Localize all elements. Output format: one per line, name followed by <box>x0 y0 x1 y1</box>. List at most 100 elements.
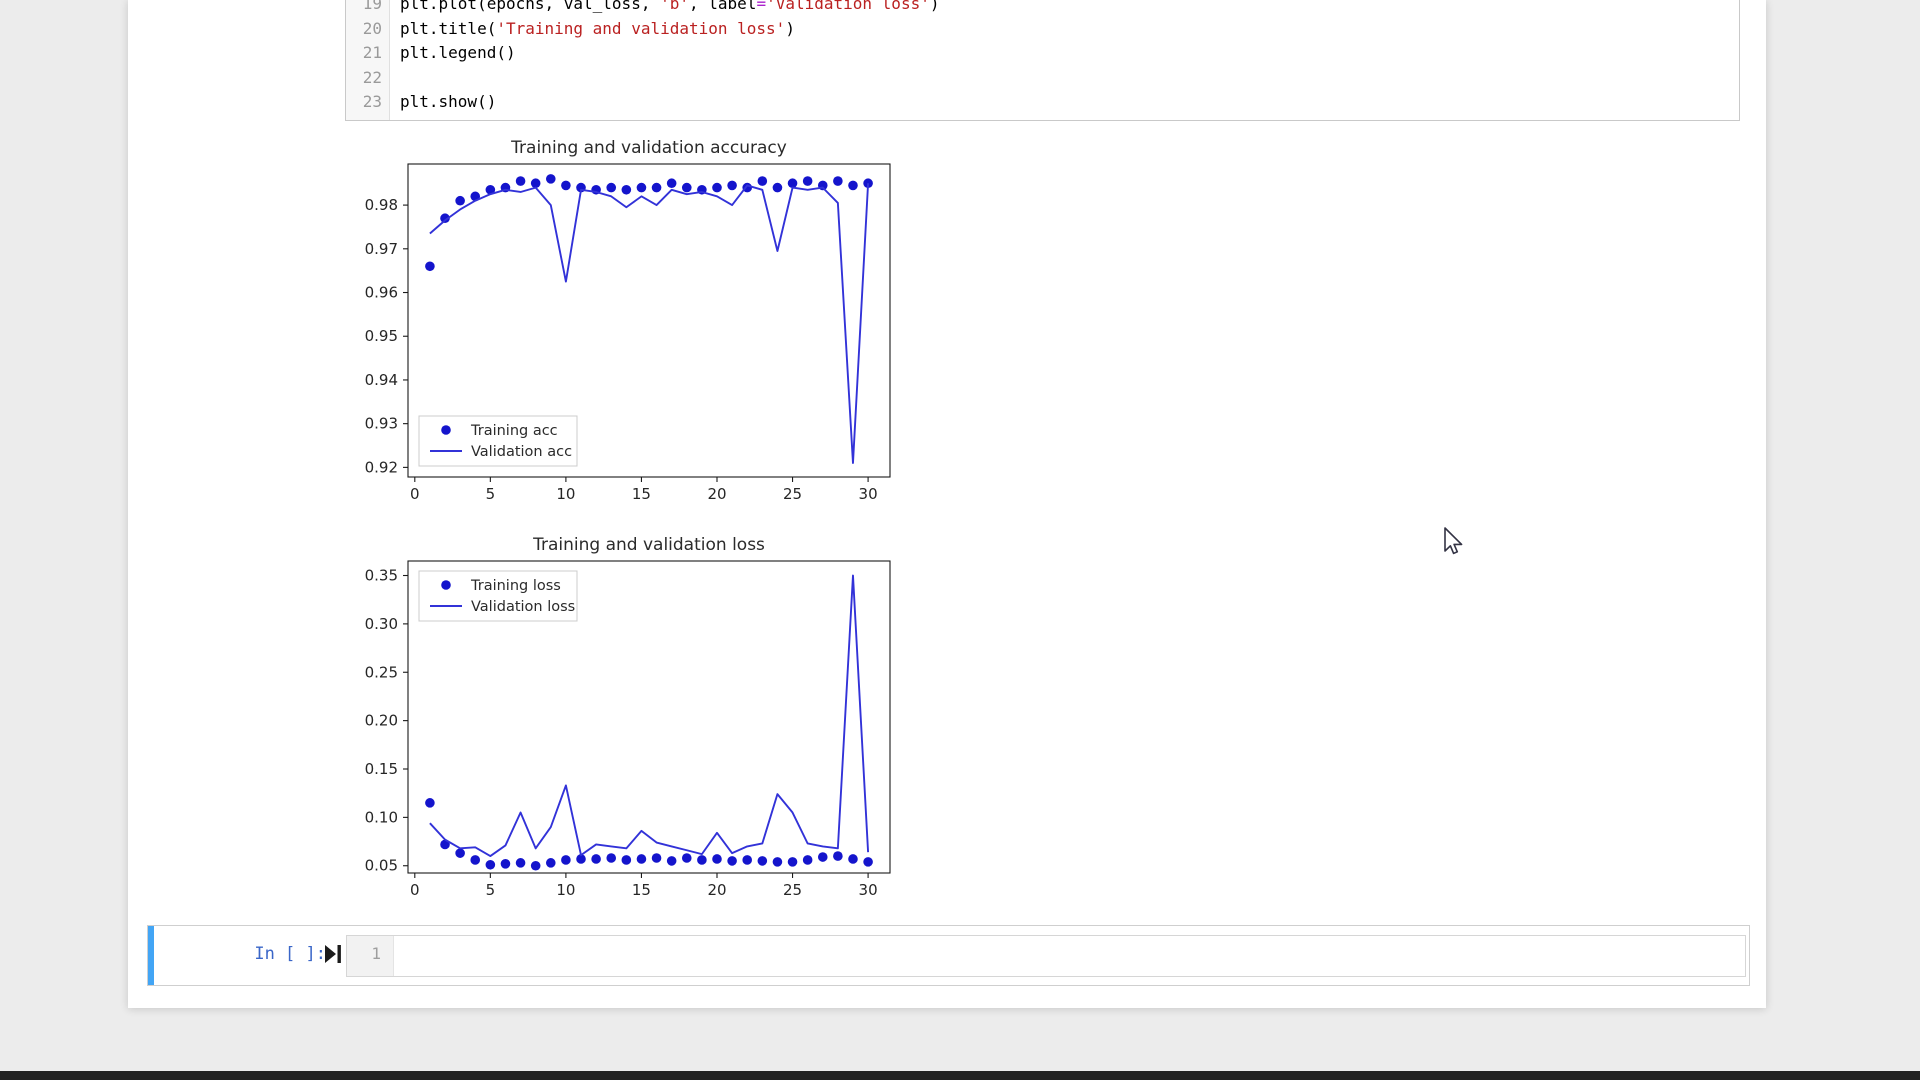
code-editor[interactable]: plt.plot(epochs, val_loss, 'b', label='V… <box>390 0 1739 120</box>
training-dot <box>863 857 873 867</box>
training-dot <box>561 181 571 191</box>
y-tick-label: 0.20 <box>365 712 398 730</box>
training-dot <box>637 183 647 193</box>
training-dot <box>606 853 616 863</box>
y-tick-label: 0.30 <box>365 615 398 633</box>
training-dot <box>531 178 541 188</box>
x-tick-label: 5 <box>486 485 496 503</box>
code-token: = <box>756 0 766 13</box>
input-prompt: In [ ]: <box>206 944 326 964</box>
y-tick-label: 0.95 <box>365 327 398 345</box>
line-number: 22 <box>346 66 382 91</box>
training-dot <box>818 852 828 862</box>
training-dot <box>591 854 601 864</box>
training-dot <box>803 855 813 865</box>
training-dot <box>501 183 511 193</box>
training-dot <box>788 857 798 867</box>
y-tick-label: 0.96 <box>365 284 398 302</box>
code-cell[interactable]: 1920212223 plt.plot(epochs, val_loss, 'b… <box>345 0 1740 121</box>
notebook-content-area: 1920212223 plt.plot(epochs, val_loss, 'b… <box>128 0 1766 1008</box>
code-line: plt.legend() <box>400 41 1739 66</box>
legend-label: Training loss <box>470 578 561 594</box>
editor-content[interactable] <box>394 936 1745 976</box>
training-dot <box>712 183 722 193</box>
training-dot <box>697 185 707 195</box>
training-dot <box>455 848 465 858</box>
training-dot <box>773 857 783 867</box>
training-dot <box>516 176 526 186</box>
training-dot <box>682 183 692 193</box>
training-dot <box>742 855 752 865</box>
training-dot <box>455 196 465 206</box>
code-input-editor[interactable]: 1 <box>346 935 1746 977</box>
legend-label: Validation loss <box>471 599 575 615</box>
plot-frame <box>408 164 890 477</box>
legend-dot-marker <box>441 425 451 435</box>
code-token: plt.plot(epochs, val_loss, <box>400 0 660 13</box>
code-token: 'Validation loss' <box>766 0 930 13</box>
validation-line <box>430 183 868 463</box>
training-dot <box>773 183 783 193</box>
x-tick-label: 15 <box>632 881 651 899</box>
training-dot <box>727 856 737 866</box>
x-tick-label: 5 <box>486 881 496 899</box>
code-token: plt.legend() <box>400 43 516 62</box>
legend-dot-marker <box>441 580 451 590</box>
training-dot <box>848 854 858 864</box>
training-dot <box>758 856 768 866</box>
legend-box <box>419 416 577 466</box>
y-tick-label: 0.93 <box>365 415 398 433</box>
training-dot <box>622 855 632 865</box>
training-dot <box>833 851 843 861</box>
training-dot <box>848 181 858 191</box>
legend: Training loss Validation loss <box>419 571 577 621</box>
y-tick-label: 0.25 <box>365 663 398 681</box>
code-token: 'b' <box>660 0 689 13</box>
x-tick-label: 20 <box>707 485 726 503</box>
training-dot <box>697 855 707 865</box>
code-line: plt.show() <box>400 90 1739 115</box>
training-dot <box>425 261 435 271</box>
training-dot <box>833 176 843 186</box>
training-dot <box>486 860 496 870</box>
chart-title: Training and validation accuracy <box>510 138 787 158</box>
training-dot <box>591 185 601 195</box>
code-token: plt.title( <box>400 19 496 38</box>
y-tick-label: 0.05 <box>365 857 398 875</box>
training-dot <box>667 856 677 866</box>
training-dot <box>863 178 873 188</box>
training-dot <box>425 798 435 808</box>
plot-frame <box>408 561 890 873</box>
y-tick-label: 0.98 <box>365 196 398 214</box>
training-dot <box>486 185 496 195</box>
chart: Training and validation loss0.050.100.15… <box>365 535 890 899</box>
training-dot <box>652 183 662 193</box>
x-tick-label: 30 <box>859 485 878 503</box>
training-dot <box>546 858 556 868</box>
training-dot <box>561 855 571 865</box>
training-dot <box>470 192 480 202</box>
training-dot <box>440 840 450 850</box>
empty-input-cell[interactable]: In [ ]: 1 <box>147 925 1750 986</box>
code-line <box>400 66 1739 91</box>
training-dot <box>516 858 526 868</box>
x-tick-label: 10 <box>556 881 575 899</box>
training-dot <box>501 859 511 869</box>
x-tick-label: 25 <box>783 881 802 899</box>
matplotlib-output-charts: Training and validation accuracy0.920.93… <box>128 0 1766 1008</box>
training-dot <box>531 861 541 871</box>
training-dot <box>803 176 813 186</box>
selected-cell-indicator <box>148 926 154 985</box>
x-tick-label: 10 <box>556 485 575 503</box>
run-cell-icon[interactable] <box>325 945 342 963</box>
training-dot <box>667 178 677 188</box>
training-dot <box>637 854 647 864</box>
code-token: 'Training and validation loss' <box>496 19 785 38</box>
y-tick-label: 0.97 <box>365 240 398 258</box>
legend-box <box>419 571 577 621</box>
training-dot <box>788 178 798 188</box>
training-dot <box>727 181 737 191</box>
legend: Training accValidation acc <box>419 416 577 466</box>
mouse-cursor <box>1443 527 1469 557</box>
line-number: 20 <box>346 17 382 42</box>
